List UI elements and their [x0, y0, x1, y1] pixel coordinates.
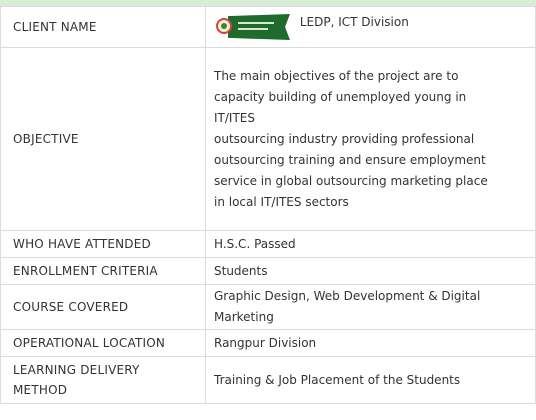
- objective-line: outsourcing industry providing professio…: [214, 131, 475, 146]
- objective-label: OBJECTIVE: [0, 47, 206, 231]
- delivery-label: LEARNING DELIVERY METHOD: [0, 356, 206, 404]
- project-info-panel: CLIENT NAME LEDP, ICT Division OBJECTIVE…: [0, 0, 536, 420]
- objective-line: outsourcing training and ensure employme…: [214, 152, 486, 167]
- project-info-table: CLIENT NAME LEDP, ICT Division OBJECTIVE…: [0, 6, 536, 404]
- location-label: OPERATIONAL LOCATION: [0, 329, 206, 357]
- table-row-course: COURSE COVERED Graphic Design, Web Devel…: [0, 284, 536, 330]
- objective-line: IT/ITES: [214, 110, 255, 125]
- enrollment-value: Students: [205, 257, 536, 285]
- client-name-cell: LEDP, ICT Division: [205, 6, 536, 48]
- logo-emblem-icon: [216, 18, 232, 34]
- delivery-label-line: LEARNING DELIVERY: [13, 363, 140, 377]
- client-name-value: LEDP, ICT Division: [299, 14, 409, 29]
- logo-flag-shape: [228, 14, 290, 40]
- objective-line: capacity building of unemployed young in: [214, 89, 467, 104]
- objective-value: The main objectives of the project are t…: [205, 47, 536, 231]
- course-value: Graphic Design, Web Development & Digita…: [205, 284, 536, 330]
- course-line: Graphic Design, Web Development & Digita…: [214, 289, 481, 303]
- course-line: Marketing: [214, 310, 274, 324]
- course-label: COURSE COVERED: [0, 284, 206, 330]
- delivery-label-line: METHOD: [13, 383, 68, 397]
- delivery-value: Training & Job Placement of the Students: [205, 356, 536, 404]
- attended-value: H.S.C. Passed: [205, 230, 536, 258]
- table-row-attended: WHO HAVE ATTENDED H.S.C. Passed: [0, 230, 536, 258]
- objective-line: The main objectives of the project are t…: [214, 68, 459, 83]
- table-row-location: OPERATIONAL LOCATION Rangpur Division: [0, 329, 536, 357]
- objective-line: in local IT/ITES sectors: [214, 194, 349, 209]
- table-row-objective: OBJECTIVE The main objectives of the pro…: [0, 47, 536, 231]
- client-logo: [214, 12, 290, 42]
- objective-line: service in global outsourcing marketing …: [214, 173, 488, 188]
- attended-label: WHO HAVE ATTENDED: [0, 230, 206, 258]
- table-row-delivery: LEARNING DELIVERY METHOD Training & Job …: [0, 356, 536, 404]
- enrollment-label: ENROLLMENT CRITERIA: [0, 257, 206, 285]
- table-row-client: CLIENT NAME LEDP, ICT Division: [0, 6, 536, 48]
- location-value: Rangpur Division: [205, 329, 536, 357]
- table-row-enrollment: ENROLLMENT CRITERIA Students: [0, 257, 536, 285]
- client-name-label: CLIENT NAME: [0, 6, 206, 48]
